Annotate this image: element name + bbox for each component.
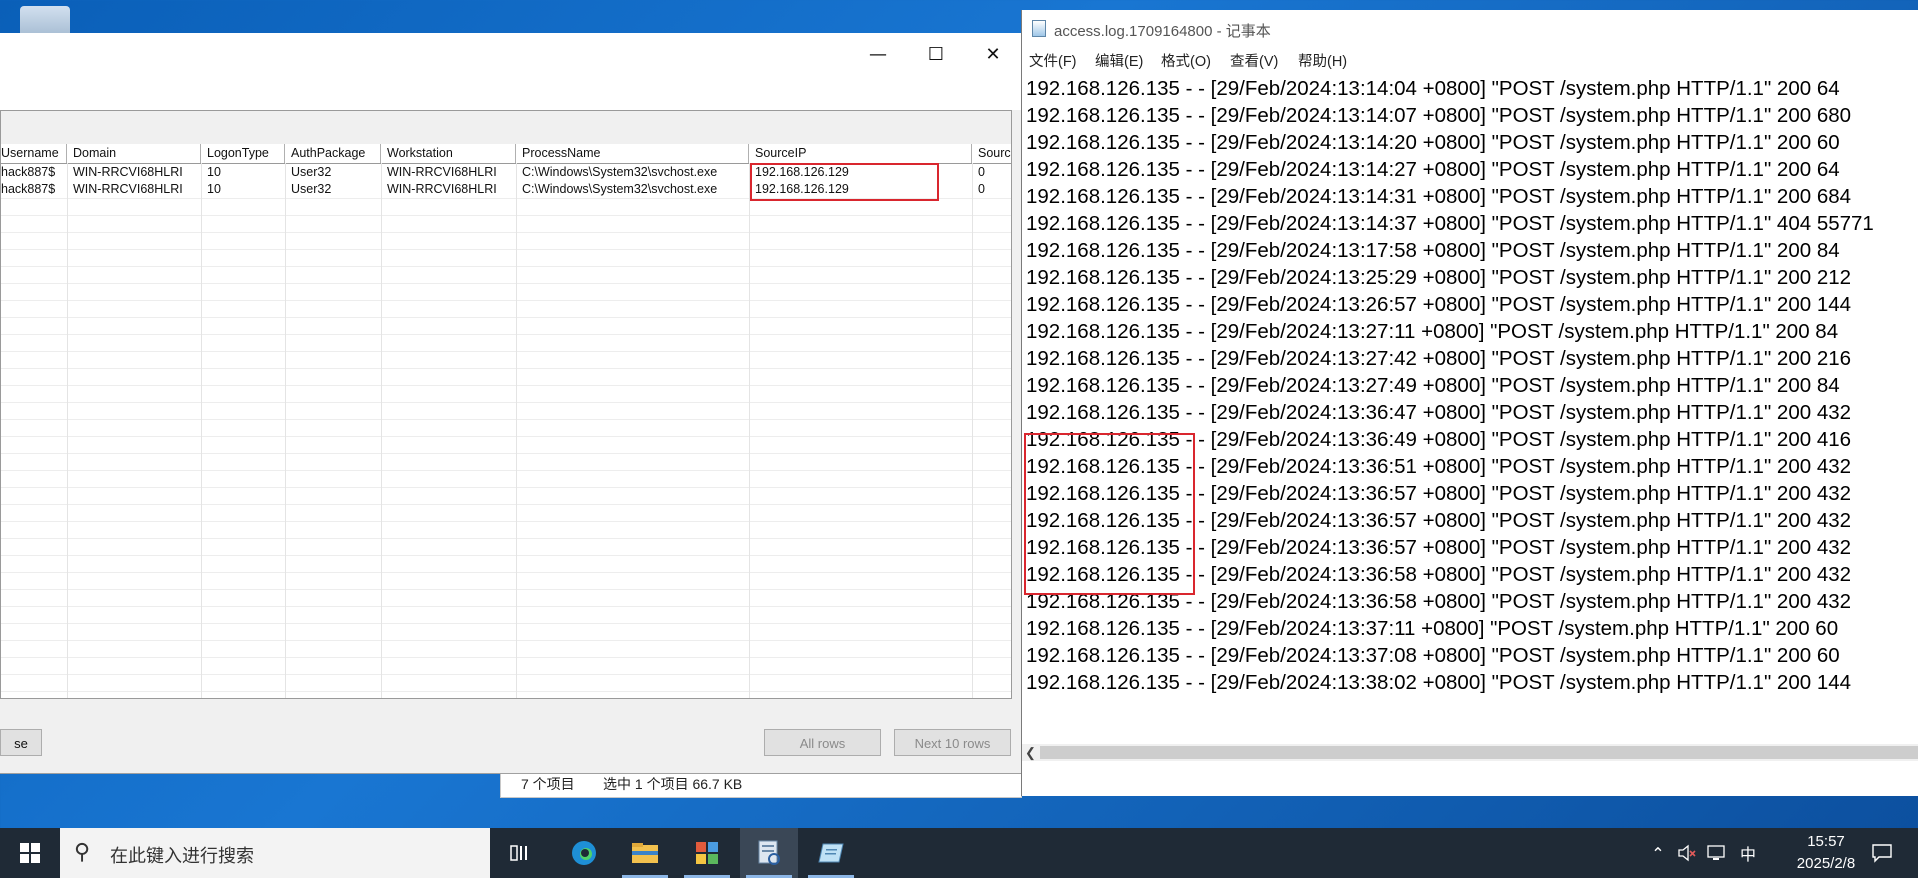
log-line: 192.168.126.135 - - [29/Feb/2024:13:37:0… [1026,644,1840,667]
column-header[interactable]: Workstation [381,144,516,163]
log-line: 192.168.126.135 - - [29/Feb/2024:13:17:5… [1026,239,1840,262]
column-header[interactable]: Sourc [972,144,1011,163]
log-line: 192.168.126.135 - - [29/Feb/2024:13:27:4… [1026,347,1852,370]
log-line: 192.168.126.135 - - [29/Feb/2024:13:14:0… [1026,104,1852,127]
log-line: 192.168.126.135 - - [29/Feb/2024:13:36:4… [1026,401,1852,424]
table-cell: WIN-RRCVI68HLRI [73,182,183,196]
next-rows-button[interactable]: Next 10 rows [894,729,1011,756]
menu-view[interactable]: 查看(V) [1230,50,1278,71]
close-window-button[interactable]: ✕ [970,33,1016,75]
column-header[interactable]: Domain [67,144,201,163]
log-viewer-icon[interactable] [740,828,798,878]
table-cell: C:\Windows\System32\svchost.exe [522,165,718,179]
scroll-left-arrow-icon[interactable]: ❮ [1025,744,1036,761]
log-line: 192.168.126.135 - - [29/Feb/2024:13:37:1… [1026,617,1839,640]
highlight-box-sourceip [750,163,939,201]
log-parser-titlebar: — ☐ ✕ [0,33,1021,75]
table-cell: C:\Windows\System32\svchost.exe [522,182,718,196]
notepad-titlebar: access.log.1709164800 - 记事本 [1022,10,1918,48]
highlight-box-ip [1024,433,1195,595]
minimize-button[interactable]: — [855,33,901,75]
menu-file[interactable]: 文件(F) [1029,50,1077,71]
ime-indicator[interactable]: 中 [1734,828,1762,878]
file-explorer-icon[interactable] [616,828,674,878]
notepad-text-area[interactable]: 192.168.126.135 - - [29/Feb/2024:13:14:0… [1026,75,1918,755]
grid-header: Username Domain LogonType AuthPackage Workst… [1,144,1011,164]
menu-help[interactable]: 帮助(H) [1298,50,1347,71]
log-line: 192.168.126.135 - - [29/Feb/2024:13:25:2… [1026,266,1852,289]
log-line: 192.168.126.135 - - [29/Feb/2024:13:14:0… [1026,77,1840,100]
column-header[interactable]: Username [1,144,67,163]
windows-logo-icon [20,843,40,863]
log-line: 192.168.126.135 - - [29/Feb/2024:13:27:4… [1026,374,1840,397]
notepad-title: access.log.1709164800 - 记事本 [1054,23,1271,40]
notepad-icon[interactable] [802,828,860,878]
task-view-icon[interactable] [492,828,550,878]
table-cell: User32 [291,165,332,179]
log-line: 192.168.126.135 - - [29/Feb/2024:13:26:5… [1026,293,1852,316]
close-query-button[interactable]: se [0,729,42,756]
menu-edit[interactable]: 编辑(E) [1095,50,1143,71]
log-line: 192.168.126.135 - - [29/Feb/2024:13:14:2… [1026,131,1840,154]
column-header[interactable]: AuthPackage [285,144,381,163]
table-cell: 0 [978,182,985,196]
table-cell: 10 [207,182,221,196]
table-cell: hack887$ [1,182,56,196]
column-header[interactable]: ProcessName [516,144,749,163]
notepad-window: access.log.1709164800 - 记事本 文件(F) 编辑(E) … [1021,10,1918,796]
notification-icon[interactable] [1862,828,1902,878]
clock-time[interactable]: 15:57 [1776,833,1876,850]
recycle-bin-icon[interactable] [20,6,70,36]
log-line: 192.168.126.135 - - [29/Feb/2024:13:38:0… [1026,671,1852,694]
start-button[interactable] [0,828,60,878]
notepad-icon [1032,20,1046,37]
notepad-scrollbar-thumb[interactable] [1040,746,1918,759]
search-box[interactable]: ⚲ 在此键入进行搜索 [60,828,490,878]
table-cell: 10 [207,165,221,179]
log-line: 192.168.126.135 - - [29/Feb/2024:13:14:2… [1026,158,1840,181]
speaker-muted-icon[interactable] [1673,828,1701,878]
taskbar: ⚲ 在此键入进行搜索 ⌃ 中 15:57 2025/2/8 [0,828,1918,878]
all-rows-button[interactable]: All rows [764,729,881,756]
table-cell: WIN-RRCVI68HLRI [387,182,497,196]
table-cell: User32 [291,182,332,196]
control-panel-icon[interactable] [678,828,736,878]
explorer-selection-info: 选中 1 个项目 66.7 KB [603,776,743,792]
column-header[interactable]: SourceIP [749,144,972,163]
log-line: 192.168.126.135 - - [29/Feb/2024:13:27:1… [1026,320,1839,343]
column-header[interactable]: LogonType [201,144,285,163]
explorer-item-count: 7 个项目 [521,776,575,792]
table-cell: 0 [978,165,985,179]
network-icon[interactable] [1702,828,1732,878]
log-line: 192.168.126.135 - - [29/Feb/2024:13:14:3… [1026,212,1874,235]
table-cell: WIN-RRCVI68HLRI [387,165,497,179]
notepad-status-area [1022,761,1918,796]
maximize-button[interactable]: ☐ [913,33,959,75]
table-cell: WIN-RRCVI68HLRI [73,165,183,179]
notepad-horizontal-scrollbar[interactable]: ❮ [1022,744,1918,761]
log-parser-window: — ☐ ✕ Username Domain LogonType AuthPackage… [0,33,1022,774]
results-grid[interactable]: Username Domain LogonType AuthPackage Workst… [0,110,1012,699]
notepad-menubar: 文件(F) 编辑(E) 格式(O) 查看(V) 帮助(H) [1022,48,1918,72]
search-icon: ⚲ [74,840,91,865]
log-parser-toolbar [0,75,1021,110]
chevron-up-icon[interactable]: ⌃ [1645,828,1671,878]
menu-format[interactable]: 格式(O) [1161,50,1211,71]
search-placeholder: 在此键入进行搜索 [110,846,254,866]
table-cell: hack887$ [1,165,56,179]
edge-icon[interactable] [555,828,613,878]
clock-date[interactable]: 2025/2/8 [1776,855,1876,872]
log-line: 192.168.126.135 - - [29/Feb/2024:13:14:3… [1026,185,1852,208]
